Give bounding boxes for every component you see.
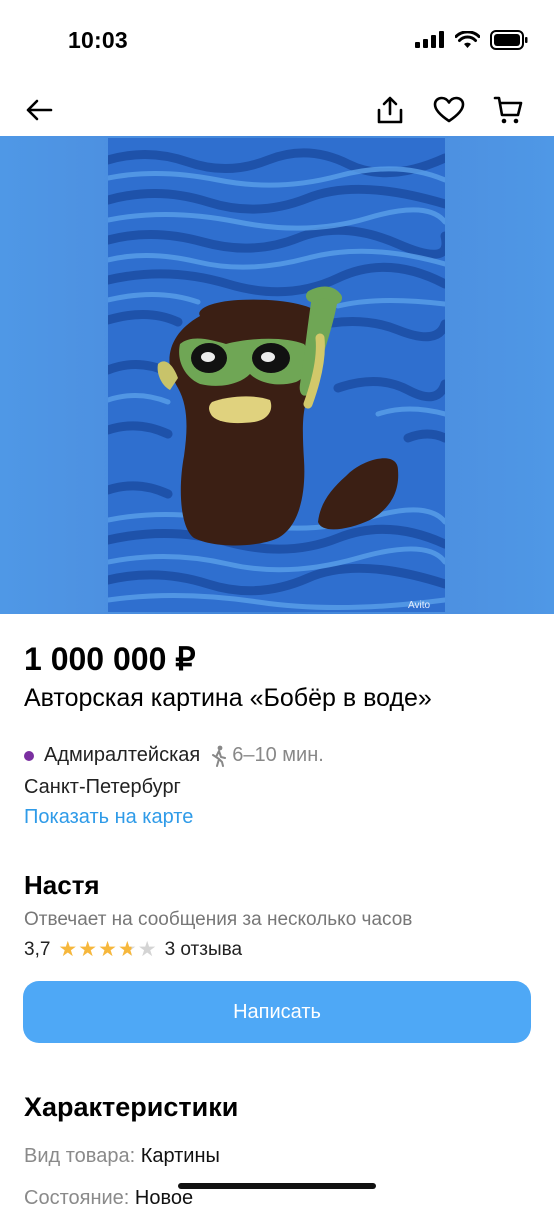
product-photo[interactable]: Avito (0, 136, 554, 614)
characteristic-label: Вид товара: (24, 1145, 136, 1167)
status-time: 10:03 (68, 27, 128, 53)
star-icon: ★ (78, 938, 98, 961)
listing-price: 1 000 000 ₽ (24, 641, 196, 677)
seller-rating-row[interactable]: 3,7 ★ ★ ★ ★ ★ 3 отзыва (24, 939, 530, 961)
cart-button[interactable] (486, 88, 530, 132)
seller-reply-info: Отвечает на сообщения за несколько часов (24, 909, 413, 930)
beaver-painting-image: Avito (108, 138, 445, 612)
characteristic-label: Состояние: (24, 1187, 130, 1209)
status-bar: 10:03 (0, 0, 554, 84)
share-button[interactable] (368, 88, 412, 132)
characteristic-row: Вид товара: Картины (24, 1145, 530, 1168)
write-message-button[interactable]: Написать (23, 981, 531, 1043)
cellular-signal-icon (415, 31, 444, 48)
home-indicator[interactable] (178, 1183, 376, 1189)
reviews-count: 3 отзыва (164, 939, 243, 960)
walking-person-icon (212, 745, 227, 767)
characteristic-value: Новое (134, 1187, 194, 1209)
rating-value: 3,7 (24, 939, 51, 960)
star-icon: ★ (98, 938, 117, 961)
favorite-button[interactable] (427, 88, 471, 132)
rating-stars: ★ ★ ★ ★ ★ (58, 938, 157, 961)
show-on-map-link[interactable]: Показать на карте (24, 806, 530, 829)
walk-info: 6–10 мин. (210, 744, 324, 767)
star-icon: ★ (137, 938, 157, 961)
back-button[interactable] (17, 88, 61, 132)
characteristic-value: Картины (140, 1145, 220, 1167)
status-icons (415, 30, 528, 50)
metro-line-dot (24, 750, 34, 761)
battery-icon (490, 30, 528, 50)
star-icon: ★ (117, 938, 137, 961)
seller-name[interactable]: Настя (24, 870, 530, 901)
city: Санкт-Петербург (24, 776, 181, 798)
back-arrow-icon (26, 99, 53, 121)
heart-icon (433, 96, 465, 123)
listing-title: Авторская картина «Бобёр в воде» (24, 684, 432, 712)
nav-bar (0, 84, 554, 136)
wifi-icon (455, 31, 480, 48)
characteristic-row: Состояние: Новое (24, 1187, 530, 1210)
avito-watermark: Avito (408, 600, 430, 611)
metro-station: Адмиралтейская (44, 744, 201, 766)
walk-time: 6–10 мин. (232, 744, 324, 766)
cart-icon (493, 96, 523, 124)
metro-row: Адмиралтейская 6–10 мин. (24, 744, 530, 767)
star-icon: ★ (58, 938, 78, 961)
share-icon (377, 96, 403, 124)
characteristics-heading: Характеристики (24, 1092, 239, 1122)
